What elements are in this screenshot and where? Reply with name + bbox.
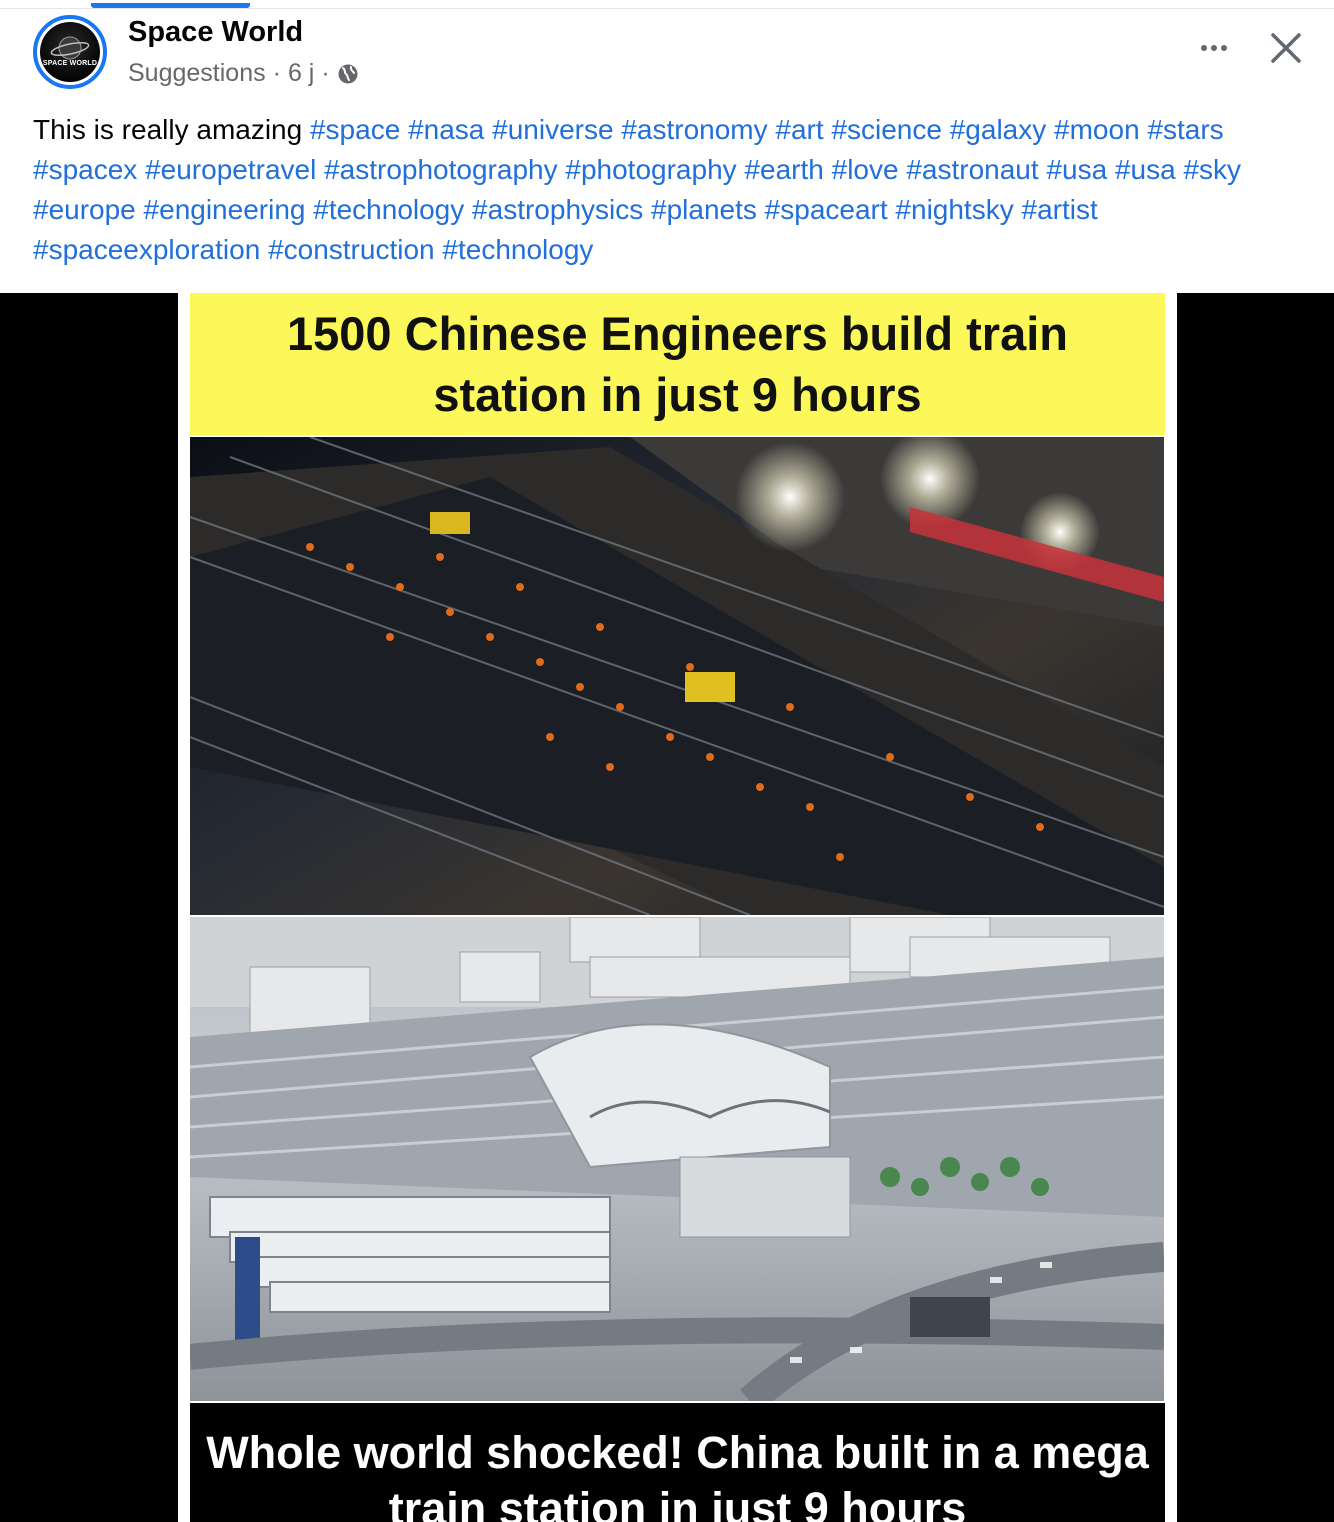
post-source[interactable]: Suggestions: [128, 59, 266, 88]
bottom-caption-banner: Whole world shocked! China built in a me…: [190, 1403, 1165, 1522]
hashtag-link[interactable]: #universe: [492, 114, 613, 145]
hashtag-link[interactable]: #spacex: [33, 154, 137, 185]
hashtag-link[interactable]: #usa: [1115, 154, 1176, 185]
feed-top-border: [0, 8, 1334, 9]
hashtag-link[interactable]: #engineering: [144, 194, 306, 225]
hashtag-link[interactable]: #astrophotography: [324, 154, 558, 185]
close-button[interactable]: [1264, 26, 1308, 70]
image-bottom-caption: Whole world shocked! China built in a me…: [206, 1427, 1149, 1522]
hashtag-link[interactable]: #europe: [33, 194, 136, 225]
hashtag-link[interactable]: #technology: [442, 234, 593, 265]
hashtag-link[interactable]: #photography: [565, 154, 736, 185]
hashtag-link[interactable]: #construction: [268, 234, 435, 265]
hashtag-link[interactable]: #sky: [1183, 154, 1241, 185]
avatar[interactable]: SPACE WORLD: [33, 15, 107, 89]
planet-logo-icon: [50, 36, 90, 60]
hashtag-link[interactable]: #astronaut: [906, 154, 1038, 185]
close-icon: [1271, 33, 1301, 63]
more-options-icon: [1201, 45, 1207, 51]
post-text-intro: This is really amazing: [33, 114, 303, 145]
post-meta: Suggestions · 6 j ·: [128, 59, 359, 88]
hashtag-link[interactable]: #stars: [1147, 114, 1223, 145]
author-name[interactable]: Space World: [128, 16, 303, 49]
image-headline: 1500 Chinese Engineers build train stati…: [287, 307, 1068, 421]
hashtag-link[interactable]: #planets: [651, 194, 757, 225]
avatar-logo: SPACE WORLD: [40, 22, 100, 82]
post-text: This is really amazing #space #nasa #uni…: [33, 110, 1303, 270]
post-timestamp[interactable]: 6 j: [288, 59, 314, 88]
hashtag-link[interactable]: #spaceart: [765, 194, 888, 225]
night-construction-photo: [190, 437, 1164, 915]
meta-separator: ·: [272, 59, 281, 87]
avatar-logo-text: SPACE WORLD: [42, 60, 98, 67]
hashtag-link[interactable]: #technology: [313, 194, 464, 225]
headline-banner: 1500 Chinese Engineers build train stati…: [190, 293, 1165, 435]
globe-icon: [337, 63, 359, 85]
hashtag-link[interactable]: #nasa: [408, 114, 484, 145]
hashtag-link[interactable]: #astronomy: [621, 114, 767, 145]
train-station-photo: [190, 917, 1164, 1401]
hashtag-link[interactable]: #usa: [1046, 154, 1107, 185]
meme-image: 1500 Chinese Engineers build train stati…: [178, 293, 1177, 1522]
more-options-icon: [1221, 45, 1227, 51]
night-construction-illustration: [190, 437, 1164, 915]
hashtag-link[interactable]: #art: [775, 114, 823, 145]
hashtag-link[interactable]: #astrophysics: [472, 194, 643, 225]
meta-separator: ·: [321, 59, 330, 87]
hashtag-link[interactable]: #love: [832, 154, 899, 185]
hashtag-link[interactable]: #earth: [744, 154, 823, 185]
hashtag-link[interactable]: #artist: [1022, 194, 1098, 225]
hashtag-link[interactable]: #space: [310, 114, 400, 145]
post-media[interactable]: 1500 Chinese Engineers build train stati…: [0, 293, 1334, 1522]
more-options-icon: [1211, 45, 1217, 51]
hashtag-link[interactable]: #europetravel: [145, 154, 316, 185]
more-options-button[interactable]: [1192, 30, 1236, 66]
hashtag-link[interactable]: #galaxy: [950, 114, 1047, 145]
hashtag-link[interactable]: #science: [831, 114, 942, 145]
hashtag-link[interactable]: #spaceexploration: [33, 234, 260, 265]
hashtag-link[interactable]: #moon: [1054, 114, 1140, 145]
hashtag-link[interactable]: #nightsky: [895, 194, 1013, 225]
train-station-illustration: [190, 917, 1164, 1401]
active-tab-indicator: [91, 3, 250, 8]
